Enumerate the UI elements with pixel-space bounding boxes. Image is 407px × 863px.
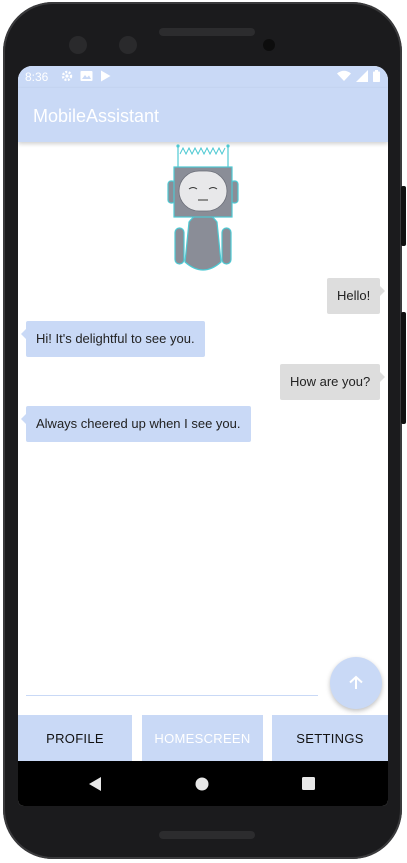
- earpiece-speaker: [159, 28, 255, 36]
- message-user: How are you?: [280, 364, 386, 400]
- signal-icon: [356, 70, 368, 82]
- message-user: Hello!: [327, 278, 386, 314]
- robot-avatar: [167, 144, 239, 271]
- robot-head: [167, 166, 239, 218]
- send-button[interactable]: [330, 657, 382, 709]
- home-icon[interactable]: [195, 777, 209, 791]
- system-navigation-bar: [18, 761, 388, 806]
- volume-rocker[interactable]: [401, 312, 406, 424]
- message-bot: Always cheered up when I see you.: [21, 406, 251, 442]
- image-icon: [80, 71, 93, 81]
- robot-body: [174, 212, 232, 271]
- status-bar: 8:36: [18, 66, 388, 88]
- app-bar: MobileAssistant: [18, 88, 388, 142]
- play-store-icon: [101, 70, 111, 82]
- bottom-speaker: [159, 831, 255, 839]
- recents-icon[interactable]: [302, 777, 315, 790]
- gear-icon: [61, 70, 73, 82]
- back-icon[interactable]: [88, 777, 102, 791]
- message-input[interactable]: [26, 695, 318, 696]
- homescreen-button[interactable]: HOMESCREEN: [142, 715, 263, 761]
- wifi-icon: [337, 70, 351, 81]
- front-sensor: [119, 36, 137, 54]
- settings-button[interactable]: SETTINGS: [272, 715, 388, 761]
- robot-antenna: [176, 144, 230, 168]
- battery-icon: [373, 70, 380, 82]
- status-notification-icons: [61, 70, 111, 82]
- app-title: MobileAssistant: [33, 106, 160, 126]
- status-system-icons: [337, 70, 380, 82]
- front-camera: [69, 36, 87, 54]
- message-bot: Hi! It's delightful to see you.: [21, 321, 205, 357]
- status-time: 8:36: [25, 70, 49, 84]
- screen: 8:36 MobileAssistant Hello! Hi! It's del…: [18, 66, 388, 806]
- profile-button[interactable]: PROFILE: [18, 715, 132, 761]
- arrow-up-icon: [349, 675, 363, 689]
- power-button[interactable]: [401, 186, 406, 246]
- proximity-sensor: [263, 39, 275, 51]
